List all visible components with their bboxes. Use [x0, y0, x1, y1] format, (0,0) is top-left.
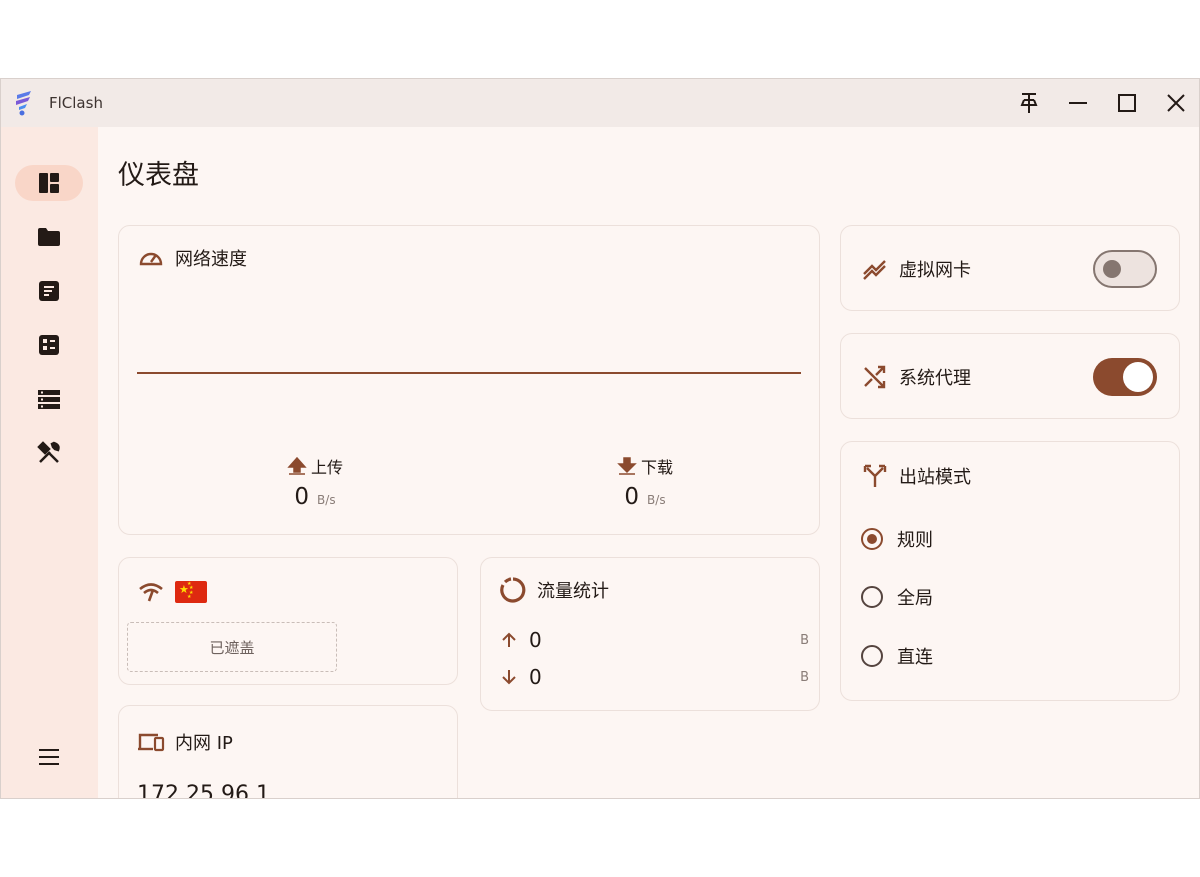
system-proxy-title: 系统代理 — [899, 368, 971, 389]
list-icon — [38, 390, 60, 409]
system-proxy-header: 系统代理 — [861, 363, 971, 391]
traffic-stats-card: 流量统计 0 B 0 B — [480, 557, 820, 711]
main-content: 仪表盘 网络速度 上传 0 B/s 下载 0 B/s ★ ★ ★ ★ ★ 已遮盖… — [98, 127, 1199, 799]
outbound-option-direct[interactable]: 直连 — [861, 643, 933, 669]
app-window: FlClash 仪表盘 网络速度 上传 0 B/s 下载 0 B/s ★ ★ ★… — [0, 78, 1200, 799]
profile-icon — [39, 281, 59, 301]
close-button[interactable] — [1162, 89, 1190, 117]
speed-chart-line — [137, 372, 801, 374]
menu-icon — [39, 749, 59, 765]
download-stat: 下载 0 B/s — [575, 454, 715, 510]
arrow-down-icon — [502, 670, 516, 685]
masked-info: 已遮盖 — [127, 622, 337, 672]
close-icon — [1167, 94, 1185, 112]
traffic-up-unit: B — [800, 632, 809, 648]
minimize-icon — [1069, 102, 1087, 104]
tun-title: 虚拟网卡 — [899, 260, 971, 281]
wifi-icon — [139, 583, 163, 602]
sidebar-item-resources[interactable] — [15, 219, 83, 255]
tun-toggle[interactable] — [1093, 250, 1157, 288]
outbound-mode-card: 出站模式 规则 全局 直连 — [840, 441, 1180, 701]
china-flag-icon: ★ ★ ★ ★ ★ — [175, 581, 207, 603]
download-icon — [617, 457, 637, 475]
radio-direct[interactable] — [861, 645, 883, 667]
tun-toggle-knob — [1103, 260, 1121, 278]
tun-card: 虚拟网卡 — [840, 225, 1180, 311]
sidebar-item-profiles[interactable] — [15, 273, 83, 309]
outbound-option-global-label: 全局 — [897, 588, 933, 609]
system-proxy-card: 系统代理 — [840, 333, 1180, 419]
maximize-icon — [1118, 94, 1136, 112]
traffic-down-value: 0 — [529, 665, 542, 689]
network-speed-card: 网络速度 上传 0 B/s 下载 0 B/s — [118, 225, 820, 535]
radio-global[interactable] — [861, 586, 883, 608]
upload-label: 上传 — [310, 458, 343, 477]
upload-unit: B/s — [317, 493, 336, 507]
outbound-option-rule-label: 规则 — [897, 530, 933, 551]
network-speed-title: 网络速度 — [175, 249, 247, 270]
upload-value: 0 — [294, 484, 310, 510]
network-speed-header: 网络速度 — [137, 244, 247, 272]
sidebar-item-proxies[interactable] — [15, 327, 83, 363]
minimize-button[interactable] — [1064, 89, 1092, 117]
network-detection-card[interactable]: ★ ★ ★ ★ ★ 已遮盖 — [118, 557, 458, 685]
tools-icon — [37, 441, 60, 463]
intranet-ip-value: 172.25.96.1 — [137, 782, 270, 799]
maximize-button[interactable] — [1113, 89, 1141, 117]
download-label: 下载 — [640, 458, 673, 477]
folder-icon — [38, 228, 60, 246]
upload-icon — [287, 456, 307, 475]
devices-icon — [138, 733, 165, 752]
flclash-logo-icon — [16, 91, 31, 116]
traffic-up-value: 0 — [529, 628, 542, 652]
download-value: 0 — [624, 484, 640, 510]
app-title: FlClash — [49, 94, 103, 112]
shuffle-icon — [864, 365, 886, 389]
intranet-ip-card: 内网 IP 172.25.96.1 — [118, 705, 458, 799]
outbound-option-rule[interactable]: 规则 — [861, 526, 933, 552]
intranet-ip-title: 内网 IP — [175, 733, 233, 754]
title-bar[interactable]: FlClash — [1, 79, 1199, 127]
dashboard-icon — [39, 173, 59, 193]
pin-button[interactable] — [1015, 89, 1043, 117]
outbound-option-global[interactable]: 全局 — [861, 584, 933, 610]
split-arrows-icon — [863, 464, 887, 487]
outbound-mode-header: 出站模式 — [861, 462, 971, 490]
network-detection-header: ★ ★ ★ ★ ★ — [137, 578, 207, 606]
donut-chart-icon — [500, 577, 526, 603]
sidebar — [1, 127, 98, 798]
radio-rule[interactable] — [861, 528, 883, 550]
sidebar-item-dashboard[interactable] — [15, 165, 83, 201]
sidebar-item-tools[interactable] — [15, 435, 83, 471]
trending-icon — [863, 260, 886, 280]
tun-header: 虚拟网卡 — [861, 255, 971, 283]
outbound-option-direct-label: 直连 — [897, 647, 933, 668]
sidebar-item-logs[interactable] — [15, 381, 83, 417]
page-title: 仪表盘 — [118, 160, 199, 191]
traffic-stats-header: 流量统计 — [499, 576, 609, 604]
outbound-mode-title: 出站模式 — [899, 467, 971, 488]
speedometer-icon — [139, 252, 163, 266]
system-proxy-toggle-knob — [1123, 362, 1153, 392]
intranet-ip-header: 内网 IP — [137, 728, 233, 756]
traffic-stats-title: 流量统计 — [537, 581, 609, 602]
traffic-down-row: 0 B — [499, 665, 809, 689]
system-proxy-toggle[interactable] — [1093, 358, 1157, 396]
traffic-up-row: 0 B — [499, 628, 809, 652]
pin-icon — [1020, 93, 1038, 113]
arrow-up-icon — [502, 632, 516, 647]
proxy-icon — [39, 335, 59, 355]
upload-stat: 上传 0 B/s — [245, 454, 385, 510]
traffic-down-unit: B — [800, 669, 809, 685]
sidebar-menu-button[interactable] — [15, 739, 83, 775]
download-unit: B/s — [647, 493, 666, 507]
